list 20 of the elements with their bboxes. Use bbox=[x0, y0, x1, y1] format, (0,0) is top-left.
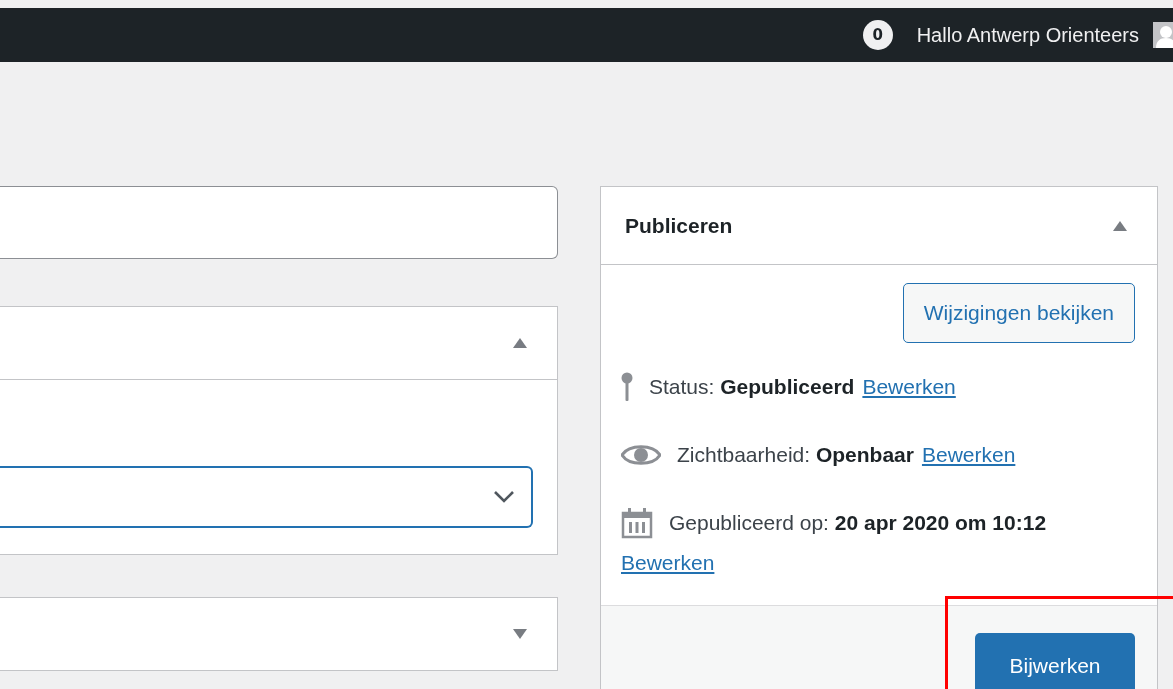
preview-changes-button[interactable]: Wijzigingen bekijken bbox=[902, 283, 1135, 343]
edit-link[interactable]: Bewerken bbox=[862, 371, 956, 403]
comment-count-badge[interactable]: 0 bbox=[862, 20, 893, 50]
dropdown-field[interactable] bbox=[0, 466, 533, 528]
title-field[interactable] bbox=[0, 186, 558, 259]
edit-link[interactable]: Bewerken bbox=[921, 439, 1016, 471]
update-button[interactable]: Bijwerken bbox=[975, 633, 1135, 689]
edit-link[interactable]: Bewerken bbox=[621, 547, 715, 579]
eye-icon bbox=[621, 443, 661, 467]
collapse-arrow-icon[interactable] bbox=[1113, 220, 1127, 231]
collapse-arrow-icon[interactable] bbox=[513, 338, 527, 348]
publish-info: Zichtbaarheid: Openbaar bbox=[677, 442, 914, 468]
account-greeting[interactable]: Hallo Antwerp Orienteers bbox=[916, 23, 1139, 47]
panel-title: Publiceren bbox=[625, 213, 733, 238]
expand-arrow-icon[interactable] bbox=[513, 629, 527, 639]
publish-info: Status: Gepubliceerd bbox=[649, 374, 855, 400]
publish-info: Gepubliceerd op: 20 apr 2020 om 10:12 bbox=[669, 510, 1047, 536]
pin-icon bbox=[621, 372, 633, 402]
calendar-icon bbox=[621, 507, 653, 539]
chevron-down-icon bbox=[493, 490, 515, 504]
